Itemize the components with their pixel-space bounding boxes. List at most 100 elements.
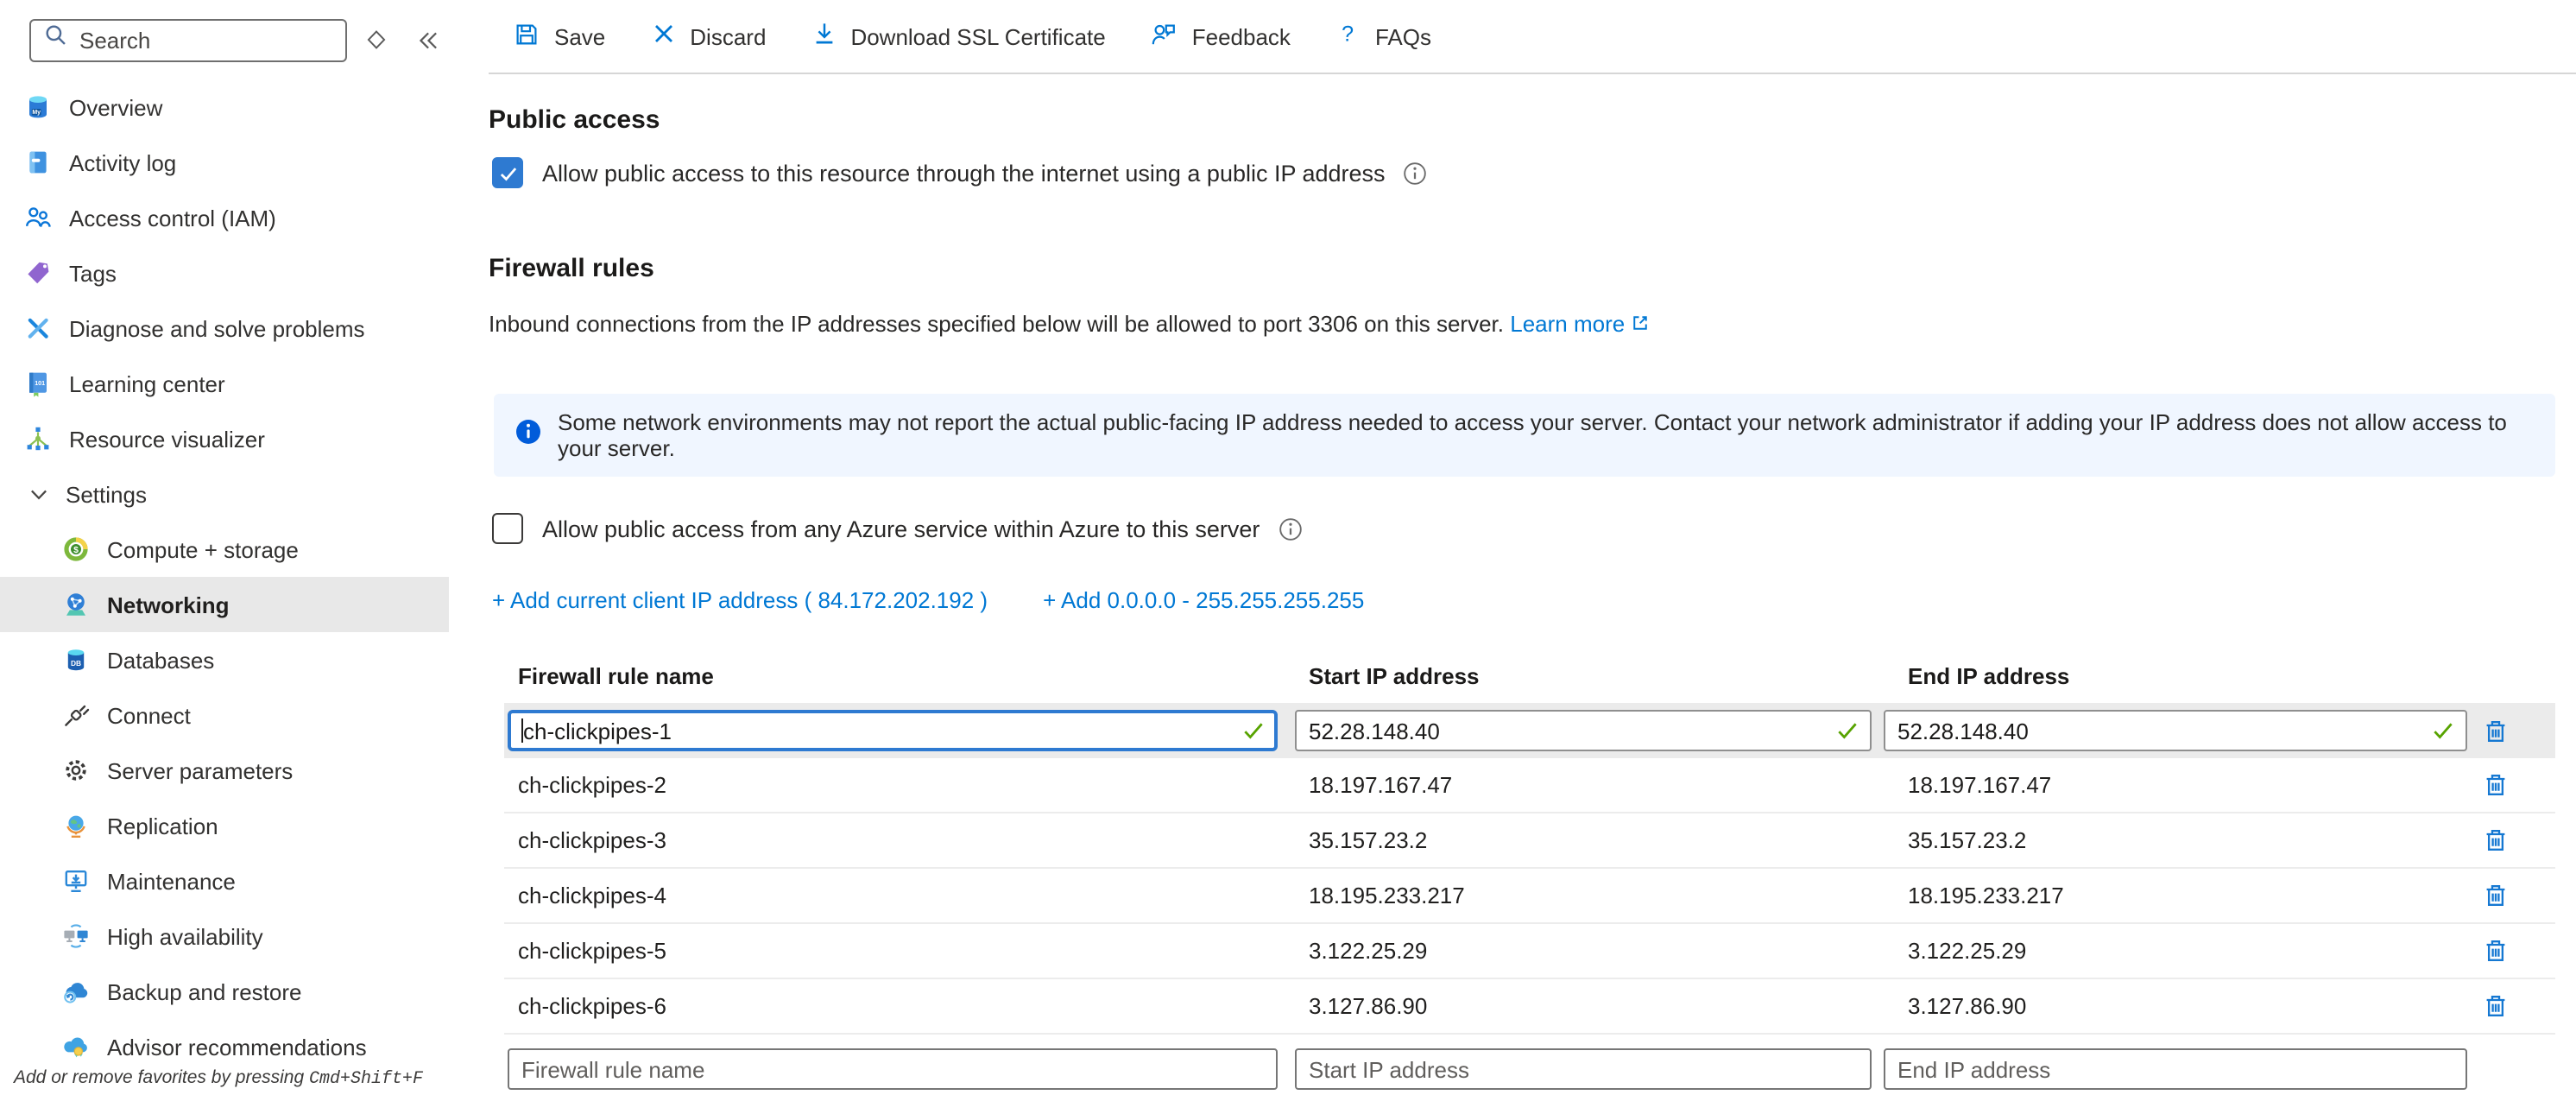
sidebar-item-maintenance[interactable]: Maintenance bbox=[0, 853, 449, 908]
discard-button[interactable]: Discard bbox=[628, 0, 788, 73]
sidebar-item-learning-center[interactable]: 101 Learning center bbox=[0, 356, 449, 411]
end-ip-cell: 3.122.25.29 bbox=[1877, 938, 2472, 964]
discard-label: Discard bbox=[690, 23, 766, 49]
info-icon[interactable] bbox=[1277, 516, 1303, 541]
add-current-client-ip-link[interactable]: + Add current client IP address ( 84.172… bbox=[492, 587, 988, 613]
connect-plug-icon bbox=[62, 701, 90, 729]
download-ssl-certificate-button[interactable]: Download SSL Certificate bbox=[788, 0, 1127, 73]
rule-name-input[interactable] bbox=[508, 710, 1278, 751]
start-ip-cell: 35.157.23.2 bbox=[1281, 827, 1877, 853]
azure-services-checkbox[interactable] bbox=[492, 513, 523, 544]
sidebar-item-databases[interactable]: DB Databases bbox=[0, 632, 449, 687]
table-row: ch-clickpipes-3 35.157.23.2 35.157.23.2 bbox=[504, 813, 2555, 869]
delete-rule-button[interactable] bbox=[2478, 713, 2512, 748]
table-row-editing bbox=[504, 703, 2555, 758]
add-ip-links: + Add current client IP address ( 84.172… bbox=[492, 587, 2576, 613]
delete-rule-button[interactable] bbox=[2478, 934, 2512, 968]
question-mark-icon: ? bbox=[1335, 21, 1361, 52]
sidebar-item-tags[interactable]: Tags bbox=[0, 245, 449, 301]
public-access-heading: Public access bbox=[489, 105, 2576, 135]
sidebar-item-label: Advisor recommendations bbox=[107, 1034, 367, 1060]
info-icon[interactable] bbox=[1403, 160, 1429, 186]
sidebar-item-label: Connect bbox=[107, 702, 191, 728]
search-box[interactable] bbox=[29, 18, 347, 61]
activity-log-icon bbox=[24, 149, 52, 176]
sidebar-item-label: Access control (IAM) bbox=[69, 205, 276, 231]
sidebar-item-activity-log[interactable]: Activity log bbox=[0, 135, 449, 190]
azure-networking-page: My Overview Activity log Access control … bbox=[0, 0, 2576, 1095]
azure-services-checkbox-label: Allow public access from any Azure servi… bbox=[542, 516, 1260, 541]
discard-x-icon bbox=[650, 21, 676, 52]
replication-globe-icon bbox=[62, 812, 90, 839]
sidebar-item-diagnose[interactable]: Diagnose and solve problems bbox=[0, 301, 449, 356]
mysql-server-icon: My bbox=[24, 93, 52, 121]
svg-text:?: ? bbox=[1342, 22, 1354, 47]
sidebar-item-label: Activity log bbox=[69, 149, 176, 175]
sidebar-item-compute-storage[interactable]: $ Compute + storage bbox=[0, 522, 449, 577]
rule-name-cell: ch-clickpipes-5 bbox=[504, 938, 1281, 964]
end-ip-cell: 35.157.23.2 bbox=[1877, 827, 2472, 853]
text-caret bbox=[521, 718, 523, 743]
end-ip-input[interactable] bbox=[1884, 710, 2467, 751]
delete-rule-button[interactable] bbox=[2478, 823, 2512, 858]
new-start-ip-input[interactable] bbox=[1295, 1048, 1872, 1090]
learn-more-link[interactable]: Learn more bbox=[1510, 311, 1625, 337]
firewall-rules-heading: Firewall rules bbox=[489, 254, 2576, 283]
sidebar-item-advisor-recommendations[interactable]: Advisor recommendations bbox=[0, 1019, 449, 1074]
sidebar-item-high-availability[interactable]: High availability bbox=[0, 908, 449, 964]
svg-text:$: $ bbox=[73, 546, 79, 555]
sidebar-item-label: High availability bbox=[107, 923, 263, 949]
end-ip-cell: 18.197.167.47 bbox=[1877, 772, 2472, 798]
rule-name-cell: ch-clickpipes-6 bbox=[504, 993, 1281, 1019]
column-header-rule-name: Firewall rule name bbox=[504, 663, 1281, 689]
chevron-down-icon bbox=[28, 483, 50, 505]
rule-name-cell: ch-clickpipes-4 bbox=[504, 883, 1281, 908]
faqs-button[interactable]: ? FAQs bbox=[1313, 0, 1454, 73]
sidebar-item-access-control[interactable]: Access control (IAM) bbox=[0, 190, 449, 245]
sidebar-item-networking[interactable]: Networking bbox=[0, 577, 449, 632]
resource-menu-sidebar: My Overview Activity log Access control … bbox=[0, 0, 489, 1095]
diamond-pin-icon[interactable] bbox=[356, 19, 397, 60]
svg-text:101: 101 bbox=[35, 379, 45, 387]
add-all-ips-link[interactable]: + Add 0.0.0.0 - 255.255.255.255 bbox=[1043, 587, 1364, 613]
sidebar-item-replication[interactable]: Replication bbox=[0, 798, 449, 853]
svg-text:My: My bbox=[32, 110, 41, 116]
save-button[interactable]: Save bbox=[490, 0, 628, 73]
resource-visualizer-icon bbox=[24, 425, 52, 453]
firewall-description: Inbound connections from the IP addresse… bbox=[489, 311, 2576, 339]
firewall-description-text: Inbound connections from the IP addresse… bbox=[489, 311, 1504, 337]
info-filled-icon bbox=[515, 417, 542, 453]
new-rule-row bbox=[504, 1048, 2555, 1093]
new-end-ip-wrap bbox=[1884, 1048, 2467, 1090]
public-access-checkbox[interactable] bbox=[492, 157, 523, 188]
feedback-button[interactable]: Feedback bbox=[1128, 0, 1313, 73]
databases-icon: DB bbox=[62, 646, 90, 674]
collapse-sidebar-icon[interactable] bbox=[406, 19, 447, 60]
feedback-label: Feedback bbox=[1192, 23, 1291, 49]
learning-center-icon: 101 bbox=[24, 370, 52, 397]
sidebar-item-label: Server parameters bbox=[107, 757, 293, 783]
rule-name-input-wrap bbox=[508, 710, 1278, 751]
gear-icon bbox=[62, 756, 90, 784]
start-ip-cell: 18.195.233.217 bbox=[1281, 883, 1877, 908]
table-row: ch-clickpipes-4 18.195.233.217 18.195.23… bbox=[504, 869, 2555, 924]
sidebar-item-connect[interactable]: Connect bbox=[0, 687, 449, 743]
new-end-ip-input[interactable] bbox=[1884, 1048, 2467, 1090]
new-rule-name-input[interactable] bbox=[508, 1048, 1278, 1090]
high-availability-icon bbox=[62, 922, 90, 950]
delete-rule-button[interactable] bbox=[2478, 768, 2512, 802]
delete-rule-button[interactable] bbox=[2478, 989, 2512, 1023]
delete-rule-button[interactable] bbox=[2478, 878, 2512, 913]
column-header-end-ip: End IP address bbox=[1877, 663, 2472, 689]
sidebar-item-backup-restore[interactable]: Backup and restore bbox=[0, 964, 449, 1019]
networking-icon bbox=[62, 591, 90, 618]
sidebar-item-overview[interactable]: My Overview bbox=[0, 79, 449, 135]
sidebar-group-settings[interactable]: Settings bbox=[0, 466, 449, 522]
sidebar-item-server-parameters[interactable]: Server parameters bbox=[0, 743, 449, 798]
new-rule-name-wrap bbox=[508, 1048, 1278, 1090]
advisor-recommendations-icon bbox=[62, 1033, 90, 1060]
search-input[interactable] bbox=[79, 27, 333, 53]
sidebar-item-resource-visualizer[interactable]: Resource visualizer bbox=[0, 411, 449, 466]
start-ip-input[interactable] bbox=[1295, 710, 1872, 751]
backup-restore-icon bbox=[62, 978, 90, 1005]
